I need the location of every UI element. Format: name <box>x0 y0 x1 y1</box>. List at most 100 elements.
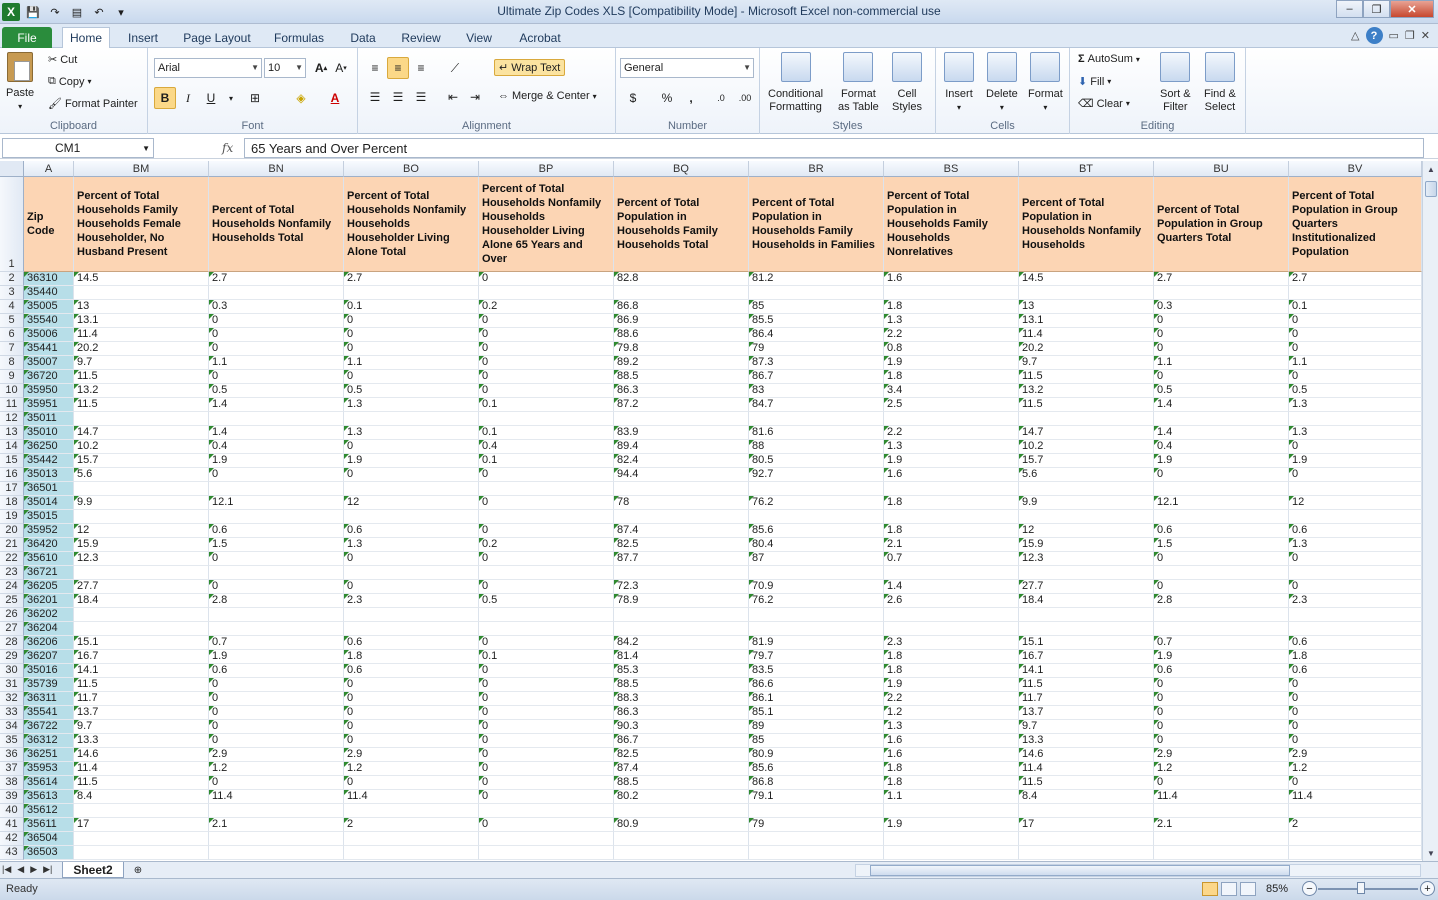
data-cell[interactable]: 11.4 <box>344 790 479 804</box>
workbook-minimize-icon[interactable]: ▭ <box>1389 29 1399 42</box>
data-cell[interactable]: 27.7 <box>74 580 209 594</box>
zip-code-cell[interactable]: 36722 <box>24 720 74 734</box>
format-as-table-button[interactable]: Format as Table <box>838 52 879 114</box>
sort-filter-button[interactable]: Sort & Filter <box>1160 52 1191 114</box>
data-cell[interactable]: 0 <box>479 552 614 566</box>
data-cell[interactable]: 2.3 <box>1289 594 1422 608</box>
decrease-indent-icon[interactable]: ⇤ <box>442 86 464 108</box>
row-header[interactable]: 2 <box>0 272 24 286</box>
data-cell[interactable]: 2.9 <box>1289 748 1422 762</box>
tab-review[interactable]: Review <box>396 27 446 48</box>
data-cell[interactable]: 12.1 <box>209 496 344 510</box>
data-cell[interactable]: 82.8 <box>614 272 749 286</box>
bold-button[interactable]: B <box>154 87 176 109</box>
data-cell[interactable]: 2.7 <box>344 272 479 286</box>
zip-code-cell[interactable]: 36206 <box>24 636 74 650</box>
number-format-combo[interactable]: General ▼ <box>620 58 754 78</box>
data-cell[interactable]: 1.9 <box>344 454 479 468</box>
data-cell[interactable]: 85.3 <box>614 664 749 678</box>
data-cell[interactable]: 13.2 <box>74 384 209 398</box>
data-cell[interactable]: 88.6 <box>614 328 749 342</box>
zip-code-cell[interactable]: 35007 <box>24 356 74 370</box>
data-cell[interactable]: 11.5 <box>74 776 209 790</box>
data-cell[interactable]: 14.1 <box>74 664 209 678</box>
data-cell[interactable] <box>74 286 209 300</box>
data-cell[interactable] <box>884 412 1019 426</box>
data-cell[interactable] <box>479 846 614 860</box>
row-header[interactable]: 41 <box>0 818 24 832</box>
data-cell[interactable]: 0.6 <box>1289 664 1422 678</box>
data-cell[interactable] <box>1019 608 1154 622</box>
row-header[interactable]: 30 <box>0 664 24 678</box>
shrink-font-icon[interactable]: A ▾ <box>330 57 352 79</box>
data-cell[interactable] <box>749 482 884 496</box>
column-header[interactable]: BN <box>209 161 344 177</box>
data-cell[interactable]: 0 <box>1289 706 1422 720</box>
data-cell[interactable]: 0 <box>479 580 614 594</box>
data-cell[interactable]: 85.6 <box>749 524 884 538</box>
fill-color-icon[interactable]: ◈ <box>290 87 312 109</box>
row-header[interactable]: 9 <box>0 370 24 384</box>
data-cell[interactable]: 0.5 <box>209 384 344 398</box>
data-cell[interactable]: 2.8 <box>1154 594 1289 608</box>
data-cell[interactable]: 5.6 <box>74 468 209 482</box>
data-cell[interactable] <box>1289 510 1422 524</box>
data-cell[interactable] <box>884 608 1019 622</box>
data-cell[interactable]: 12.3 <box>74 552 209 566</box>
data-cell[interactable]: 1.8 <box>884 650 1019 664</box>
align-top-icon[interactable]: ≡ <box>364 57 386 79</box>
insert-function-icon[interactable]: fx <box>222 141 233 155</box>
data-cell[interactable]: 0 <box>479 314 614 328</box>
data-cell[interactable] <box>614 482 749 496</box>
data-cell[interactable]: 1.9 <box>1154 650 1289 664</box>
data-cell[interactable]: 1.3 <box>344 538 479 552</box>
data-cell[interactable]: 1.8 <box>884 370 1019 384</box>
data-cell[interactable]: 9.7 <box>74 356 209 370</box>
row-header[interactable]: 1 <box>0 177 24 272</box>
data-cell[interactable]: 0 <box>209 468 344 482</box>
font-color-icon[interactable]: A <box>324 87 346 109</box>
zip-code-cell[interactable]: 35614 <box>24 776 74 790</box>
data-cell[interactable]: 9.7 <box>74 720 209 734</box>
data-cell[interactable]: 8.4 <box>1019 790 1154 804</box>
data-cell[interactable]: 11.4 <box>209 790 344 804</box>
data-cell[interactable]: 17 <box>1019 818 1154 832</box>
data-cell[interactable]: 2 <box>344 818 479 832</box>
data-cell[interactable] <box>884 566 1019 580</box>
data-cell[interactable] <box>479 510 614 524</box>
data-cell[interactable]: 15.1 <box>74 636 209 650</box>
data-cell[interactable]: 1.3 <box>1289 538 1422 552</box>
data-cell[interactable] <box>74 412 209 426</box>
data-cell[interactable]: 1.3 <box>884 720 1019 734</box>
data-cell[interactable]: 86.3 <box>614 384 749 398</box>
scroll-down-icon[interactable]: ▼ <box>1423 845 1438 861</box>
data-cell[interactable] <box>1289 412 1422 426</box>
data-cell[interactable]: 72.3 <box>614 580 749 594</box>
data-cell[interactable] <box>209 832 344 846</box>
data-cell[interactable]: 79.7 <box>749 650 884 664</box>
tab-home[interactable]: Home <box>62 27 110 48</box>
data-cell[interactable]: 80.9 <box>749 748 884 762</box>
data-cell[interactable] <box>344 832 479 846</box>
data-cell[interactable] <box>614 608 749 622</box>
formula-input[interactable]: 65 Years and Over Percent <box>244 138 1424 158</box>
data-cell[interactable]: 0 <box>1289 552 1422 566</box>
row-header[interactable]: 28 <box>0 636 24 650</box>
data-cell[interactable] <box>74 608 209 622</box>
align-middle-icon[interactable]: ≡ <box>387 57 409 79</box>
data-cell[interactable] <box>749 804 884 818</box>
data-cell[interactable]: 94.4 <box>614 468 749 482</box>
data-cell[interactable]: 1.8 <box>884 762 1019 776</box>
data-cell[interactable] <box>344 286 479 300</box>
column-title-cell[interactable]: Percent of Total Population in Household… <box>614 177 749 272</box>
column-header[interactable]: BS <box>884 161 1019 177</box>
data-cell[interactable]: 2.7 <box>209 272 344 286</box>
data-cell[interactable]: 81.2 <box>749 272 884 286</box>
decrease-decimal-icon[interactable]: .00 <box>734 87 756 109</box>
align-right-icon[interactable]: ☰ <box>410 86 432 108</box>
data-cell[interactable]: 81.6 <box>749 426 884 440</box>
borders-icon[interactable]: ⊞ <box>244 87 266 109</box>
data-cell[interactable]: 1.3 <box>884 314 1019 328</box>
row-header[interactable]: 37 <box>0 762 24 776</box>
data-cell[interactable] <box>479 832 614 846</box>
